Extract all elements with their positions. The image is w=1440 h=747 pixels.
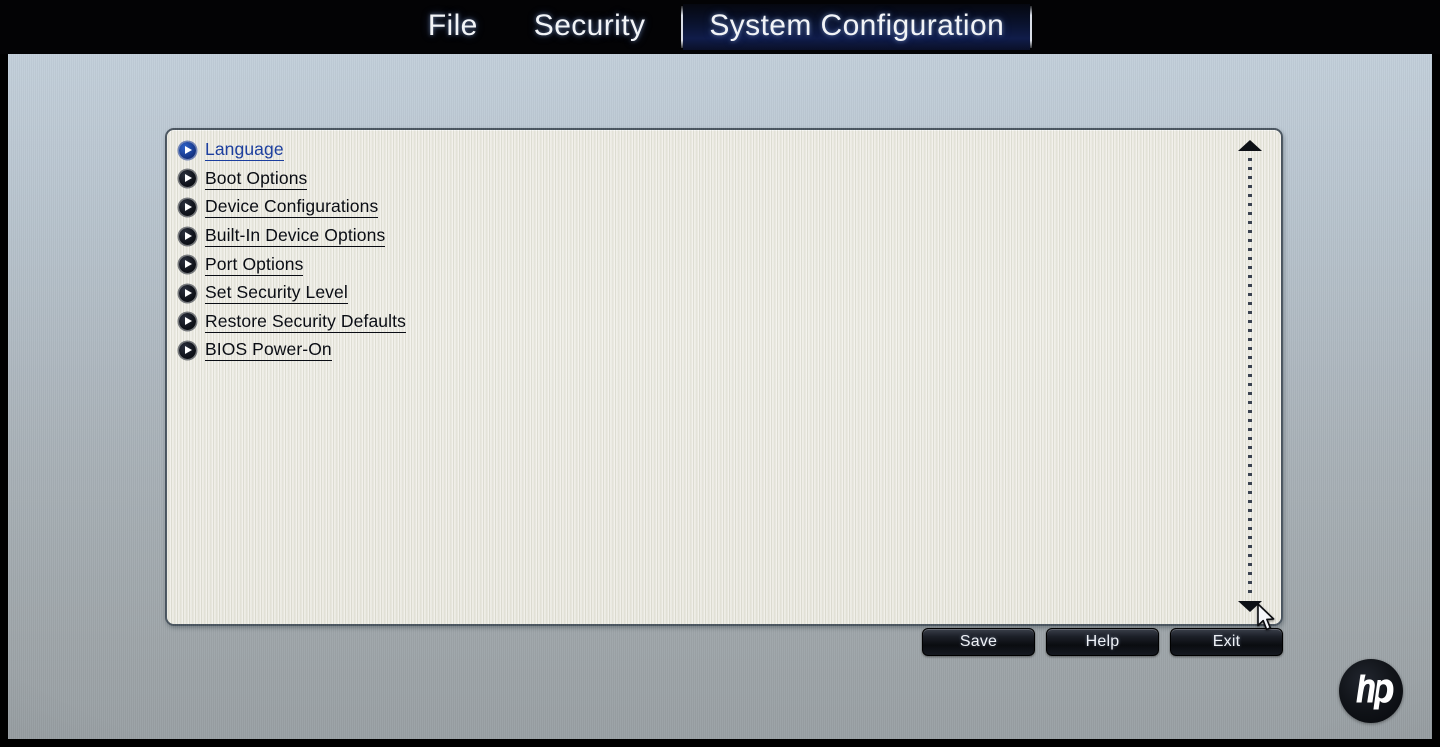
play-bullet-icon [179,170,196,188]
hp-logo-icon [1339,659,1403,723]
tab-security[interactable]: Security [514,4,666,50]
menu-item-label: Set Security Level [205,282,348,305]
desktop-background: Language Boot Options Device Configurati… [8,54,1432,739]
menu-item-built-in-device-options[interactable]: Built-In Device Options [177,222,406,251]
settings-menu-list: Language Boot Options Device Configurati… [177,136,406,365]
exit-button[interactable]: Exit [1170,628,1283,656]
action-button-bar: Save Help Exit [922,628,1283,656]
triangle-down-icon[interactable] [1238,601,1262,612]
menu-item-label: Device Configurations [205,196,379,219]
bezel-left [0,54,8,747]
tab-separator-right [1030,6,1033,48]
help-button[interactable]: Help [1046,628,1159,656]
scrollbar-track[interactable] [1248,158,1252,594]
menu-item-label: Port Options [205,253,304,276]
play-bullet-icon [179,141,196,159]
triangle-up-icon[interactable] [1238,140,1262,151]
menu-item-label: Boot Options [205,167,308,190]
menu-item-device-configurations[interactable]: Device Configurations [177,193,406,222]
tab-system-configuration[interactable]: System Configuration [683,4,1031,50]
menu-bar: File Security System Configuration [0,0,1440,54]
menu-item-label: BIOS Power-On [205,339,332,362]
menu-item-port-options[interactable]: Port Options [177,250,406,279]
bios-setup-screen: File Security System Configuration Langu… [0,0,1440,747]
save-button[interactable]: Save [922,628,1035,656]
tab-file[interactable]: File [408,4,498,50]
menu-item-label: Built-In Device Options [205,225,386,248]
menu-item-label: Language [205,139,284,162]
menu-item-boot-options[interactable]: Boot Options [177,165,406,194]
menu-item-label: Restore Security Defaults [205,310,406,333]
bezel-bottom [0,739,1440,747]
menu-item-restore-security-defaults[interactable]: Restore Security Defaults [177,308,406,337]
play-bullet-icon [179,341,196,359]
menu-item-bios-power-on[interactable]: BIOS Power-On [177,336,406,365]
play-bullet-icon [179,227,196,245]
play-bullet-icon [179,313,196,331]
play-bullet-icon [179,198,196,216]
menu-item-set-security-level[interactable]: Set Security Level [177,279,406,308]
content-panel: Language Boot Options Device Configurati… [165,128,1283,626]
menu-item-language[interactable]: Language [177,136,406,165]
vertical-scrollbar[interactable] [1237,138,1263,614]
play-bullet-icon [179,284,196,302]
play-bullet-icon [179,256,196,274]
bezel-right [1432,54,1440,747]
